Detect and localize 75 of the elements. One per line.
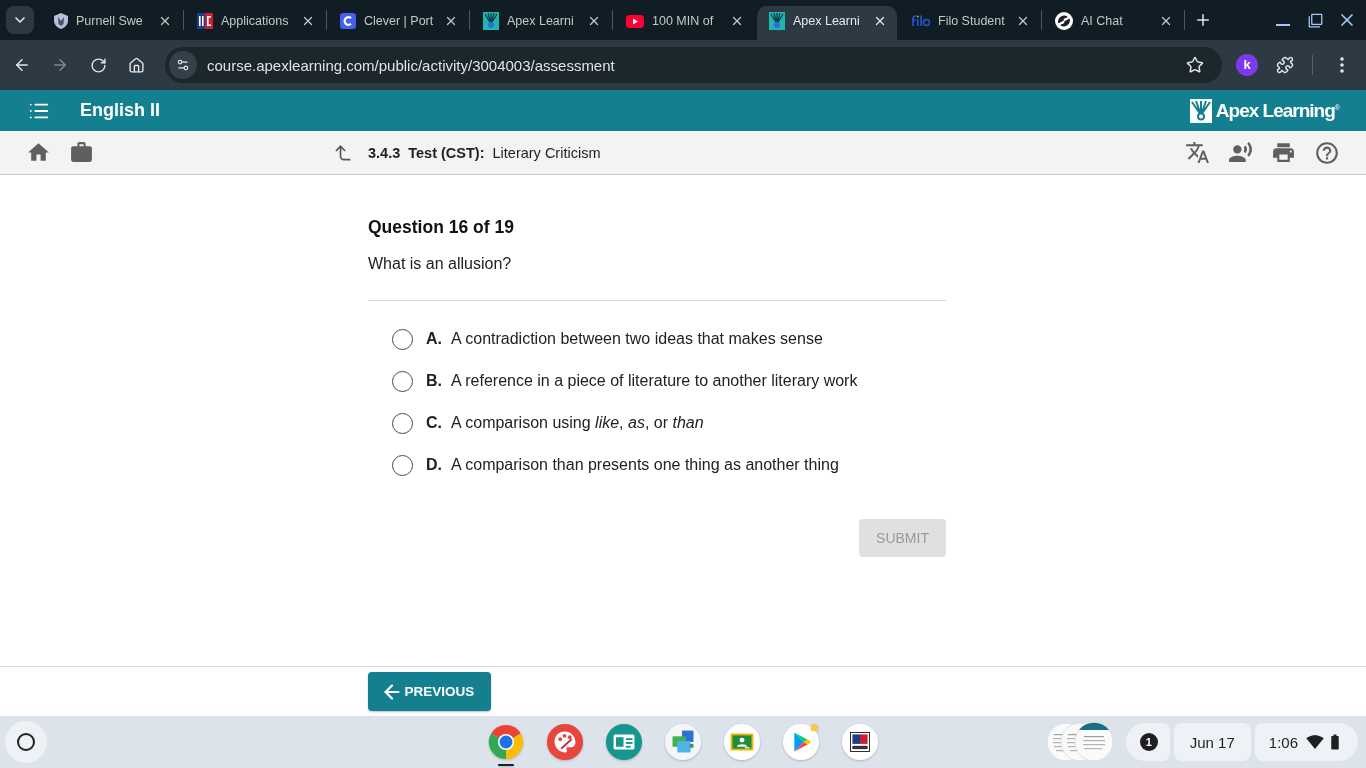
option-text[interactable]: A comparison than presents one thing as another thing xyxy=(451,456,839,474)
framed-logo-icon[interactable] xyxy=(841,723,879,761)
previous-button[interactable]: PREVIOUS xyxy=(368,672,491,711)
star-icon[interactable] xyxy=(1186,56,1204,74)
option-text[interactable]: A reference in a piece of literature to another literary work xyxy=(451,372,858,390)
date-button[interactable]: Jun 17 xyxy=(1173,723,1251,761)
two-tone-logo-icon xyxy=(197,13,213,29)
extension-button[interactable]: k xyxy=(1236,54,1258,76)
close-icon[interactable] xyxy=(301,14,315,28)
arc-logo-icon xyxy=(340,13,356,29)
question-prompt: What is an allusion? xyxy=(368,254,512,274)
status-button[interactable]: 1:06 xyxy=(1254,723,1358,761)
print-icon[interactable] xyxy=(1271,140,1296,165)
close-icon[interactable] xyxy=(1159,14,1173,28)
sunburst-logo-icon xyxy=(1189,98,1212,123)
course-title: English II xyxy=(80,100,160,121)
activity-number: 3.4.3 xyxy=(368,144,401,161)
option-text[interactable]: A comparison using like, as, or than xyxy=(451,414,704,432)
id-card-icon[interactable] xyxy=(605,723,643,761)
briefcase-icon[interactable] xyxy=(69,140,94,165)
browser-tab[interactable]: Apex Learni xyxy=(471,6,611,40)
reload-icon xyxy=(89,56,107,74)
option-text[interactable]: A contradiction between two ideas that makes sense xyxy=(451,330,823,348)
play-logo-icon xyxy=(626,14,644,28)
circle-icon xyxy=(17,733,35,751)
up-arrow-icon[interactable] xyxy=(333,142,353,163)
browser-tab[interactable]: AI Chat xyxy=(1043,6,1183,40)
speaker-voice-icon[interactable] xyxy=(1228,140,1253,165)
notification-button[interactable]: 1 xyxy=(1125,723,1170,761)
overlapping-squares-icon[interactable] xyxy=(664,723,702,761)
restore-icon xyxy=(1307,12,1323,28)
close-icon[interactable] xyxy=(444,14,458,28)
plus-icon xyxy=(1194,11,1212,29)
browser-tab[interactable]: Clever | Port xyxy=(328,6,468,40)
browser-icon[interactable] xyxy=(487,723,525,761)
browser-tab[interactable]: Purnell Swe xyxy=(42,6,182,40)
browser-tab[interactable]: Filo Student xyxy=(900,6,1040,40)
activity-type: Test (CST): xyxy=(408,144,485,161)
option-letter: D. xyxy=(426,456,442,474)
swirl-logo-icon xyxy=(1055,12,1073,30)
browser-tab[interactable]: Apex Learni xyxy=(757,6,897,40)
tab-search-button[interactable] xyxy=(6,6,34,34)
thumbnail-stack-icon[interactable] xyxy=(1045,722,1114,762)
option-letter: C. xyxy=(426,414,442,432)
translate-icon[interactable] xyxy=(1185,140,1210,165)
more-vertical-icon xyxy=(1340,57,1344,73)
shield-logo-icon xyxy=(54,13,68,29)
close-icon[interactable] xyxy=(873,14,887,28)
wordmark-logo-icon xyxy=(912,15,930,27)
site-info-button[interactable] xyxy=(169,51,197,79)
home-icon xyxy=(127,56,145,74)
option-letter: A. xyxy=(426,330,442,348)
question-heading: Question 16 of 19 xyxy=(368,216,514,239)
address-bar[interactable]: course.apexlearning.com/public/activity/3004003/assessment xyxy=(165,47,1222,83)
wifi-icon xyxy=(1306,733,1324,751)
sunburst-logo-icon xyxy=(483,12,499,30)
logo-text: Apex Learning$^{®}$ xyxy=(1215,99,1340,122)
browser-tab[interactable]: Applications xyxy=(185,6,325,40)
close-icon[interactable] xyxy=(587,14,601,28)
chalkboard-icon[interactable] xyxy=(723,723,761,761)
option-letter: B. xyxy=(426,372,442,390)
notification-count: 1 xyxy=(1139,733,1158,751)
help-icon[interactable] xyxy=(1314,139,1340,166)
close-icon[interactable] xyxy=(730,14,744,28)
minimize-icon xyxy=(1276,24,1290,26)
browser-tab[interactable]: 100 MIN of xyxy=(614,6,754,40)
puzzle-icon xyxy=(1276,56,1294,74)
sliders-icon xyxy=(176,58,190,72)
close-icon[interactable] xyxy=(1016,14,1030,28)
palette-icon[interactable] xyxy=(546,723,584,761)
activity-title: Literary Criticism xyxy=(492,144,601,161)
close-icon[interactable] xyxy=(158,14,172,28)
sunburst-logo-icon xyxy=(769,12,785,30)
launcher-button[interactable] xyxy=(5,721,47,763)
arrow-right-icon xyxy=(51,56,69,74)
